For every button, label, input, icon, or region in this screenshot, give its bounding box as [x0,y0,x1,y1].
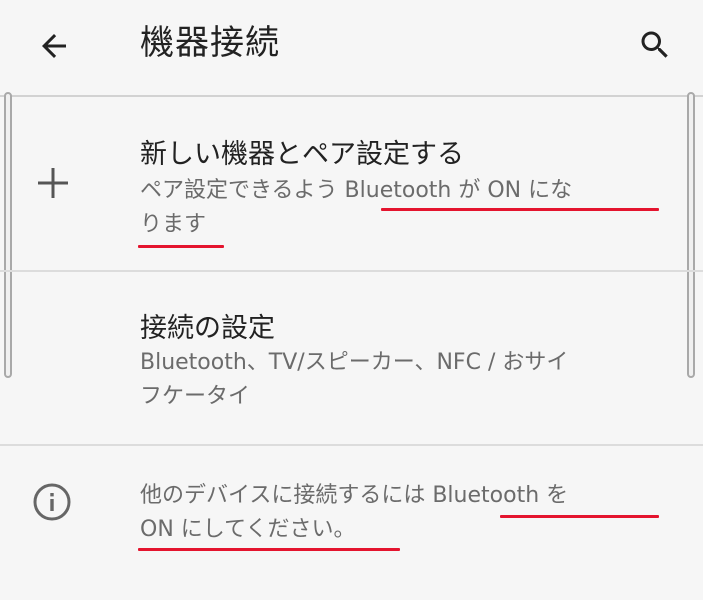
info-icon [33,483,71,521]
plus-icon [38,168,68,198]
list-item-connection-preferences[interactable]: 接続の設定 Bluetooth、TV/スピーカー、NFC / おサイ フケータイ [0,272,703,444]
annotation-underline [381,208,659,211]
info-text-line1: 他のデバイスに接続するには Bluetooth を [140,483,569,508]
back-button[interactable] [28,20,80,72]
divider [0,444,703,446]
pair-new-device-title: 新しい機器とペア設定する [140,139,464,170]
connection-preferences-subtitle-line1: Bluetooth、TV/スピーカー、NFC / おサイ [140,350,569,375]
connection-preferences-title: 接続の設定 [140,313,275,344]
page-title: 機器接続 [140,23,280,63]
search-button[interactable] [628,18,682,72]
list-item-pair-new-device[interactable]: 新しい機器とペア設定する ペア設定できるよう Bluetooth が ON にな… [0,97,703,271]
annotation-underline [138,548,400,551]
search-icon [641,31,668,58]
app-bar: 機器接続 [0,0,703,94]
back-arrow-icon [42,34,66,58]
annotation-underline [138,245,224,248]
pair-new-device-subtitle-line1: ペア設定できるよう Bluetooth が ON にな [140,178,573,203]
info-text-line2: ON にしてください。 [140,517,356,542]
pair-new-device-subtitle-line2: ります [140,212,207,237]
annotation-underline [500,515,659,518]
connection-preferences-subtitle-line2: フケータイ [140,384,251,409]
device-connection-screen: 機器接続 新しい機器とペア設定する ペア設定できるよう Bluetooth が … [0,0,703,600]
